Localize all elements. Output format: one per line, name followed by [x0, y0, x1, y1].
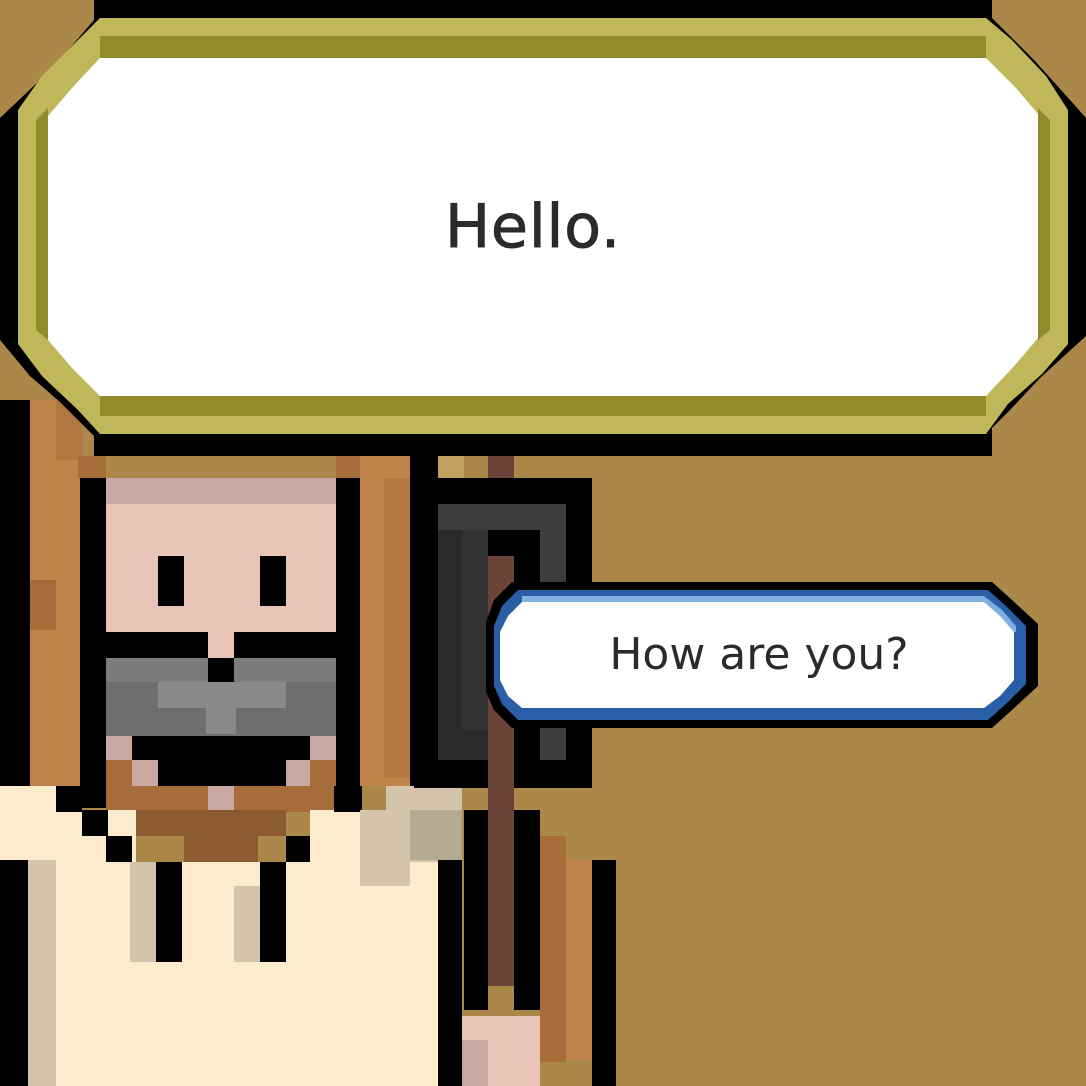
- dialogue-box: Hello.: [0, 0, 1086, 460]
- right-eye: [260, 556, 286, 606]
- reply-option-button[interactable]: How are you?: [486, 582, 1038, 728]
- dialogue-text: Hello.: [444, 192, 622, 263]
- left-eye: [158, 556, 184, 606]
- game-scene: Hello. How are you?: [0, 0, 1086, 1086]
- reply-option-label: How are you?: [609, 628, 909, 680]
